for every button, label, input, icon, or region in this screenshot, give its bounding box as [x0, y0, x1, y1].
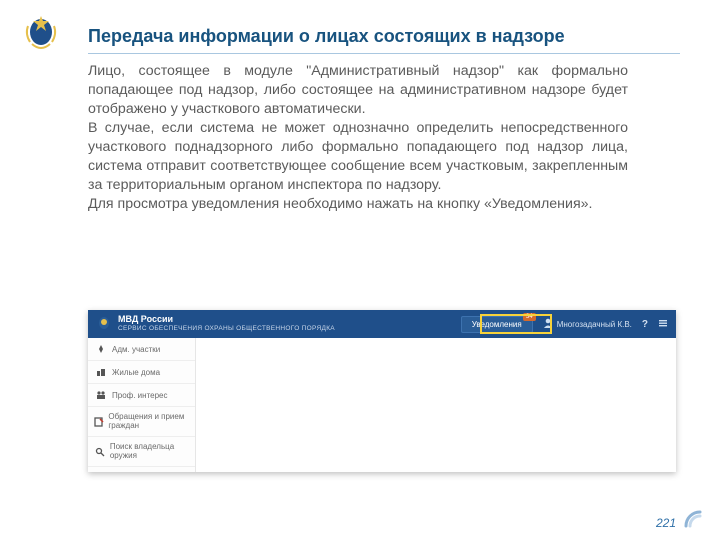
app-sidebar: Адм. участки Жилые дома Проф. интерес Об… [88, 338, 196, 472]
paragraph-3: Для просмотра уведомления необходимо наж… [88, 195, 628, 214]
sidebar-item-prof-interes[interactable]: Проф. интерес [88, 384, 195, 407]
user-name: Многозадачный К.В. [557, 320, 632, 329]
body-text: Лицо, состоящее в модуле "Административн… [88, 62, 628, 214]
sidebar-item-label: Жилые дома [112, 368, 160, 377]
page-number: 221 [656, 516, 676, 530]
service-title-line1: МВД России [118, 315, 335, 325]
people-icon [94, 390, 108, 400]
app-screenshot: МВД России СЕРВИС ОБЕСПЕЧЕНИЯ ОХРАНЫ ОБЩ… [88, 310, 676, 472]
user-icon [543, 318, 553, 330]
sidebar-item-label: Адм. участки [112, 345, 160, 354]
pin-icon [94, 344, 108, 354]
sidebar-item-label: Поиск владельца оружия [110, 443, 189, 461]
menu-icon[interactable] [658, 318, 668, 330]
sidebar-item-zhilye-doma[interactable]: Жилые дома [88, 361, 195, 384]
houses-icon [94, 367, 108, 377]
paragraph-2: В случае, если система не может однознач… [88, 119, 628, 195]
paragraph-1: Лицо, состоящее в модуле "Административн… [88, 62, 628, 119]
sidebar-item-obrashcheniya[interactable]: Обращения и прием граждан [88, 407, 195, 437]
sidebar-item-adm-uchastki[interactable]: Адм. участки [88, 338, 195, 361]
notifications-count-badge: 34 [523, 313, 536, 321]
help-icon[interactable]: ? [642, 319, 648, 330]
notifications-label: Уведомления [472, 320, 522, 329]
search-person-icon [94, 447, 106, 457]
sidebar-item-poisk-vladeltsa[interactable]: Поиск владельца оружия [88, 437, 195, 467]
mvd-emblem-mini-icon [96, 314, 112, 334]
sidebar-item-label: Проф. интерес [112, 391, 167, 400]
user-block[interactable]: Многозадачный К.В. ? [543, 318, 668, 330]
sidebar-item-label: Обращения и прием граждан [108, 413, 189, 431]
service-title-line2: СЕРВИС ОБЕСПЕЧЕНИЯ ОХРАНЫ ОБЩЕСТВЕННОГО … [118, 325, 335, 332]
notifications-button[interactable]: Уведомления 34 [461, 316, 533, 333]
page-title: Передача информации о лицах состоящих в … [88, 26, 680, 54]
note-icon [94, 417, 104, 427]
mvd-emblem-icon [22, 12, 60, 57]
corner-decoration-icon [682, 508, 704, 530]
service-title: МВД России СЕРВИС ОБЕСПЕЧЕНИЯ ОХРАНЫ ОБЩ… [118, 315, 335, 332]
app-topbar: МВД России СЕРВИС ОБЕСПЕЧЕНИЯ ОХРАНЫ ОБЩ… [88, 310, 676, 338]
